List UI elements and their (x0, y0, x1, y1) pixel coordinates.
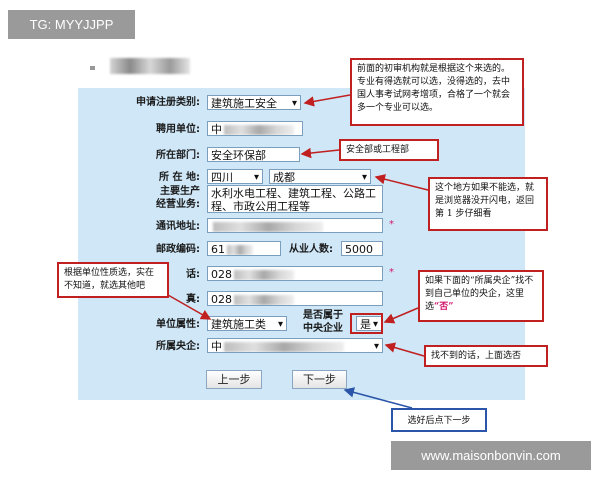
arrow-department (300, 147, 340, 159)
arrow-location (374, 174, 429, 191)
arrow-next (343, 387, 413, 409)
watermark-bottom: www.maisonbonvin.com (391, 441, 591, 470)
arrow-unit-type (167, 294, 212, 320)
arrow-category (303, 94, 351, 107)
arrow-central (383, 307, 419, 324)
annotation-arrows (167, 94, 429, 409)
arrow-not-found (384, 342, 425, 357)
